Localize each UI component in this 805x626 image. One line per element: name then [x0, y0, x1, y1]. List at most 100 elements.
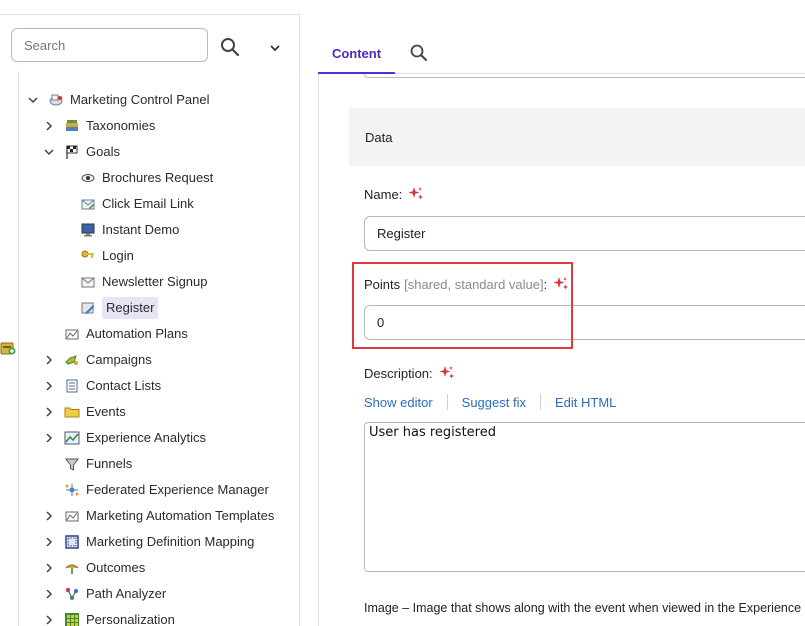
tree-item[interactable]: Instant Demo: [58, 219, 179, 241]
monitor-icon: [80, 222, 96, 238]
automation-icon: [64, 326, 80, 342]
sparkle-icon[interactable]: [408, 186, 424, 202]
tree-item[interactable]: Funnels: [42, 453, 132, 475]
editor-tabs: Content: [318, 34, 805, 74]
chevron-right-icon[interactable]: [42, 509, 56, 523]
tree-item-label: Federated Experience Manager: [86, 482, 269, 497]
tree-item[interactable]: Path Analyzer: [42, 583, 166, 605]
mapping-icon: [64, 534, 80, 550]
chevron-right-icon[interactable]: [42, 587, 56, 601]
tab-content[interactable]: Content: [318, 34, 395, 74]
name-field[interactable]: Register: [364, 216, 805, 251]
suggest-fix-link[interactable]: Suggest fix: [462, 395, 526, 410]
tree-item[interactable]: Brochures Request: [58, 167, 213, 189]
tree-item-label: Campaigns: [86, 352, 152, 367]
tree-item[interactable]: Newsletter Signup: [58, 271, 208, 293]
tree-item[interactable]: Automation Plans: [42, 323, 188, 345]
folder-icon: [64, 404, 80, 420]
automation-icon: [64, 508, 80, 524]
tree-item-label: Path Analyzer: [86, 586, 167, 601]
chevron-down-icon[interactable]: [42, 145, 56, 159]
tree-item[interactable]: Marketing Control Panel: [26, 89, 209, 111]
annotation-highlight-box: [352, 262, 573, 349]
eye-icon: [80, 170, 96, 186]
name-field-label: Name:: [364, 186, 424, 202]
add-item-icon[interactable]: [0, 340, 16, 356]
name-value: Register: [377, 226, 426, 241]
section-header-data[interactable]: Data: [349, 108, 805, 166]
tree-item[interactable]: Click Email Link: [58, 193, 194, 215]
tree-item-label: Marketing Control Panel: [70, 92, 210, 107]
tree-item[interactable]: Marketing Definition Mapping: [42, 531, 254, 553]
previous-field: [364, 74, 805, 78]
tree-item[interactable]: Login: [58, 245, 134, 267]
sparkle-icon[interactable]: [439, 365, 455, 381]
tree-item-label: Register: [102, 297, 159, 319]
tree-item-label: Funnels: [86, 456, 133, 471]
funnel-icon: [64, 456, 80, 472]
tree-item-label: Automation Plans: [86, 326, 188, 341]
tree-item-label: Contact Lists: [86, 378, 162, 393]
analytics-icon: [64, 430, 80, 446]
content-tree-sidebar: Marketing Control Panel Taxonomies Goals Br…: [0, 14, 300, 626]
tree-item[interactable]: Contact Lists: [42, 375, 161, 397]
list-icon: [64, 378, 80, 394]
tree-item[interactable]: Taxonomies: [42, 115, 155, 137]
show-editor-link[interactable]: Show editor: [364, 395, 433, 410]
content-editor: Data Name: Register Points [shared, stan…: [318, 74, 805, 626]
tree-item-label: Instant Demo: [102, 222, 180, 237]
chevron-right-icon[interactable]: [42, 561, 56, 575]
edit-html-link[interactable]: Edit HTML: [555, 395, 616, 410]
tree-item[interactable]: Goals: [42, 141, 120, 163]
tree-item-label: Personalization: [86, 612, 175, 626]
tree-item[interactable]: Marketing Automation Templates: [42, 505, 274, 527]
chevron-right-icon[interactable]: [42, 535, 56, 549]
tree-item[interactable]: Events: [42, 401, 126, 423]
tree-item-label: Taxonomies: [86, 118, 156, 133]
chevron-right-icon[interactable]: [42, 405, 56, 419]
toggle-spacer: [58, 171, 72, 185]
campaign-icon: [64, 352, 80, 368]
divider: [539, 394, 541, 410]
tree-item[interactable]: Federated Experience Manager: [42, 479, 269, 501]
tree-item-label: Outcomes: [86, 560, 146, 575]
tree-item-label: Click Email Link: [102, 196, 194, 211]
tree-item-label: Events: [86, 404, 126, 419]
tree-item[interactable]: Campaigns: [42, 349, 152, 371]
tree-item[interactable]: Register: [58, 297, 159, 319]
name-label: Name:: [364, 186, 403, 202]
tree-item-label: Brochures Request: [102, 170, 214, 185]
toggle-spacer: [42, 483, 56, 497]
toggle-spacer: [42, 327, 56, 341]
tree-item-label: Login: [102, 248, 134, 263]
description-textarea[interactable]: User has registered: [364, 422, 805, 572]
key-icon: [80, 248, 96, 264]
email-link-icon: [80, 196, 96, 212]
search-icon[interactable]: [219, 36, 241, 58]
tree-item[interactable]: Outcomes: [42, 557, 145, 579]
divider: [446, 394, 448, 410]
chevron-down-icon[interactable]: [26, 93, 40, 107]
section-title: Data: [365, 129, 393, 145]
chevron-right-icon[interactable]: [42, 379, 56, 393]
tree-item-label: Experience Analytics: [86, 430, 206, 445]
description-label: Description:: [364, 365, 433, 381]
chevron-right-icon[interactable]: [42, 613, 56, 626]
control-panel-icon: [48, 92, 64, 108]
chevron-down-icon[interactable]: [266, 39, 284, 57]
checkered-flag-icon: [64, 144, 80, 160]
tree-item-label: Goals: [86, 144, 120, 159]
toggle-spacer: [58, 301, 72, 315]
tree-search-input[interactable]: [11, 28, 208, 62]
chevron-right-icon[interactable]: [42, 431, 56, 445]
app-window: Marketing Control Panel Taxonomies Goals Br…: [0, 0, 805, 626]
toggle-spacer: [58, 223, 72, 237]
search-icon[interactable]: [409, 43, 429, 63]
chevron-right-icon[interactable]: [42, 353, 56, 367]
toggle-spacer: [42, 457, 56, 471]
tree-item[interactable]: Experience Analytics: [42, 427, 206, 449]
chevron-right-icon[interactable]: [42, 119, 56, 133]
grid-icon: [64, 612, 80, 626]
tree-item[interactable]: Personalization: [42, 609, 175, 626]
envelope-icon: [80, 274, 96, 290]
